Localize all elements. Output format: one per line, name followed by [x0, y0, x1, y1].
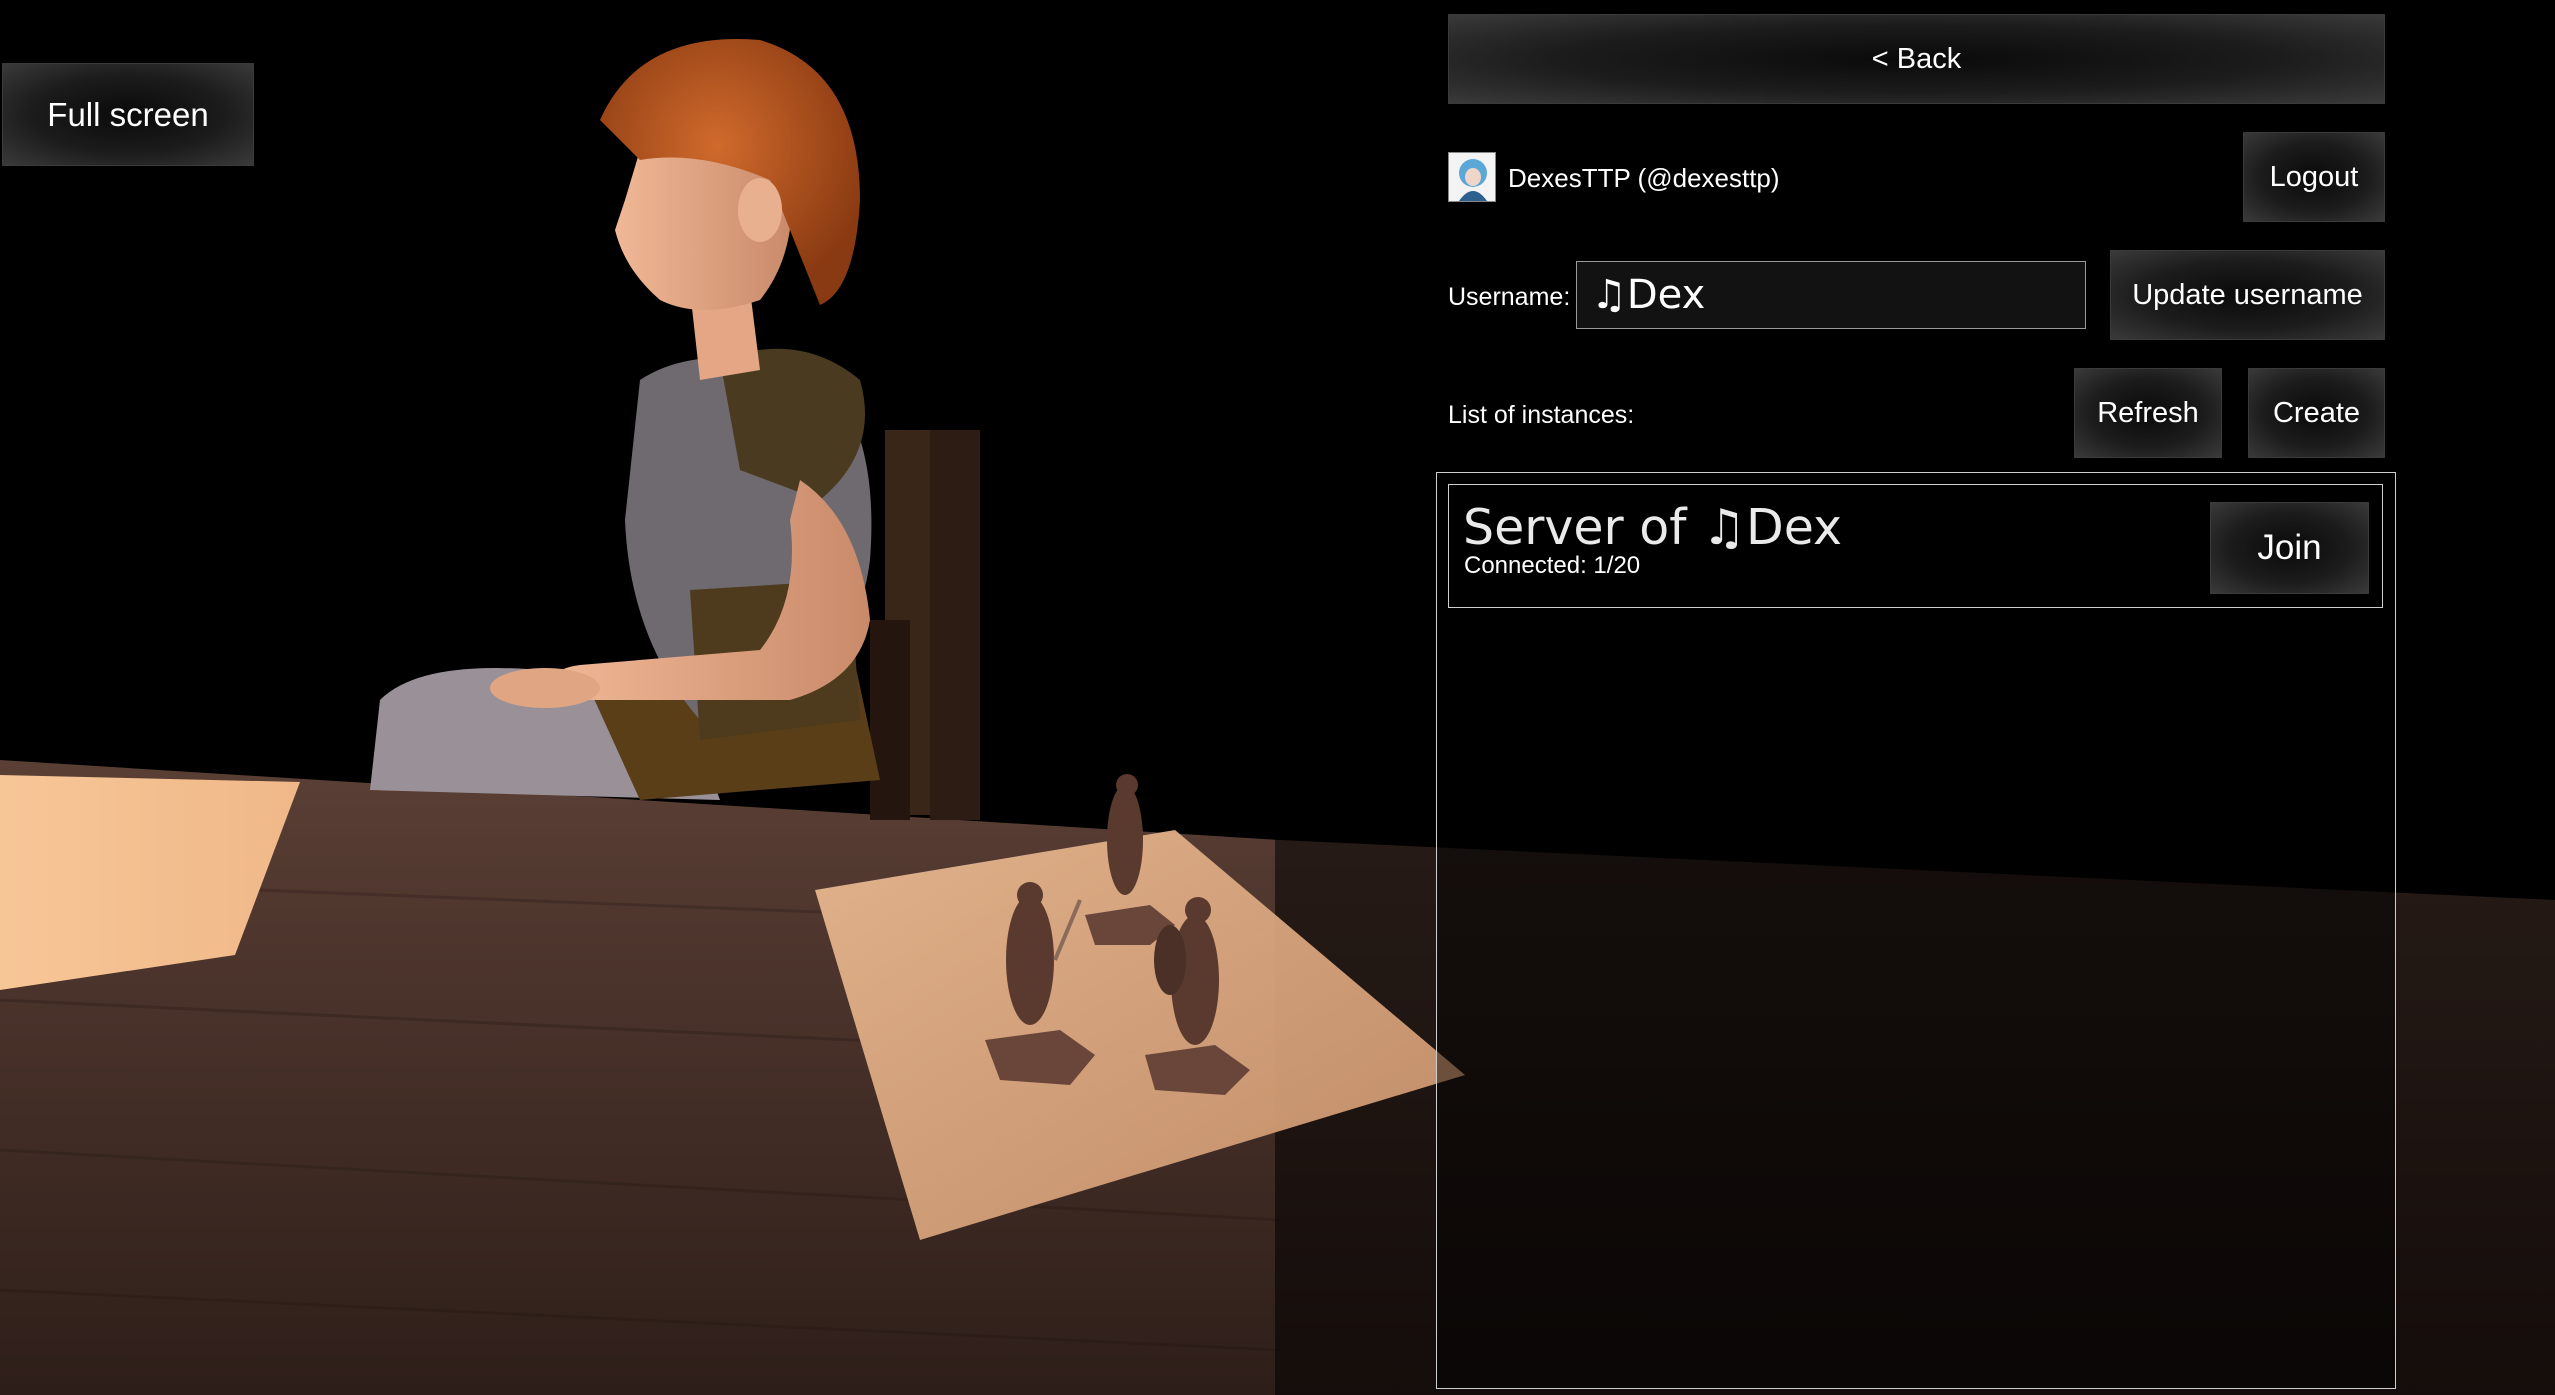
update-username-button[interactable]: Update username — [2110, 250, 2385, 340]
instance-connected-count: Connected: 1/20 — [1464, 552, 1641, 579]
user-avatar-icon — [1448, 152, 1496, 202]
chair — [870, 430, 980, 820]
instance-name: Server of ♫Dex — [1463, 499, 1843, 556]
character-figure — [370, 39, 880, 800]
back-button[interactable]: < Back — [1448, 14, 2385, 104]
fullscreen-button[interactable]: Full screen — [2, 63, 254, 166]
refresh-button[interactable]: Refresh — [2074, 368, 2222, 458]
user-display-name: DexesTTP (@dexesttp) — [1508, 163, 1780, 193]
instance-list — [1436, 472, 2396, 1389]
logout-button[interactable]: Logout — [2243, 132, 2385, 222]
username-label: Username: — [1448, 283, 1571, 311]
join-button[interactable]: Join — [2210, 502, 2369, 594]
instances-label: List of instances: — [1448, 401, 1635, 429]
create-button[interactable]: Create — [2248, 368, 2385, 458]
username-input[interactable] — [1576, 261, 2086, 329]
